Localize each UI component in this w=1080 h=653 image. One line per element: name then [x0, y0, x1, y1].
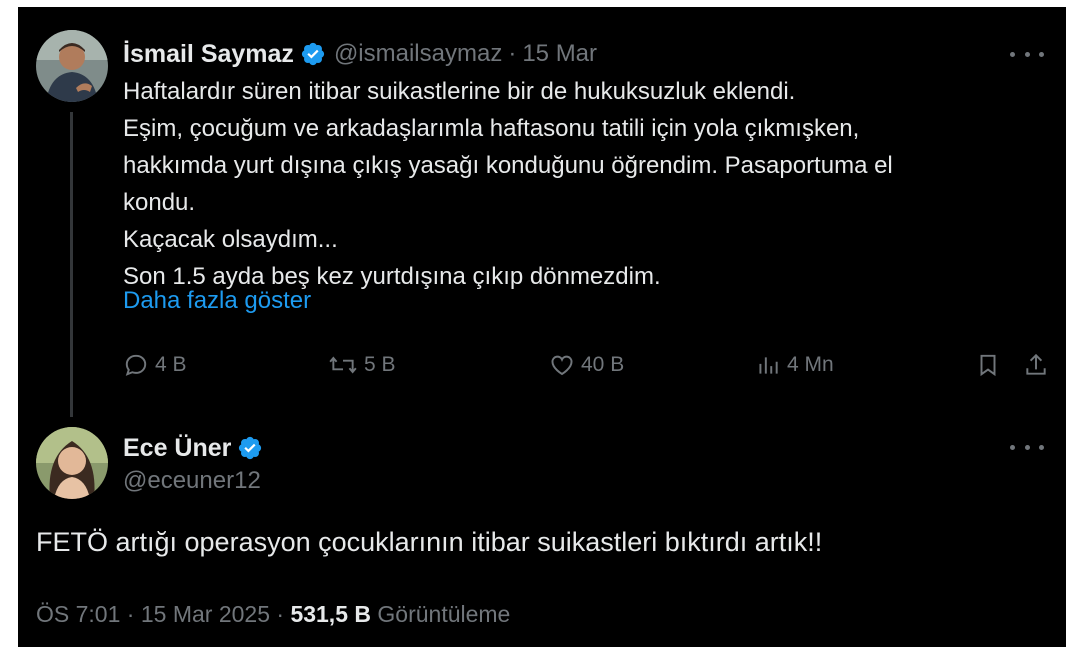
- reply-icon: [125, 354, 147, 376]
- avatar[interactable]: [36, 427, 108, 499]
- verified-badge-icon: [239, 436, 262, 460]
- header-separator: ·: [508, 40, 517, 67]
- avatar-image: [36, 427, 108, 499]
- heart-icon: [551, 355, 573, 376]
- view-count: 4 Mn: [787, 353, 834, 376]
- meta-separator: ·: [276, 601, 285, 627]
- reply-count: 4 B: [155, 353, 187, 376]
- verified-badge-icon: [301, 42, 325, 66]
- bookmark-icon: [980, 354, 996, 377]
- author-handle[interactable]: @eceuner12: [123, 467, 261, 495]
- analytics-icon: [759, 357, 778, 374]
- author-name[interactable]: Ece Üner: [123, 434, 231, 463]
- like-button[interactable]: 40 B: [549, 345, 624, 385]
- bookmark-button[interactable]: [975, 345, 1007, 385]
- views-label: Görüntüleme: [377, 601, 511, 627]
- like-count: 40 B: [581, 353, 625, 376]
- author-name[interactable]: İsmail Saymaz: [123, 40, 294, 69]
- tweet-time[interactable]: ÖS 7:01: [36, 601, 120, 627]
- tweet-text-line: hakkımda yurt dışına çıkış yasağı konduğ…: [123, 152, 893, 179]
- repost-button[interactable]: 5 B: [328, 345, 396, 385]
- reply-tweet-text: FETÖ artığı operasyon çocuklarının itiba…: [36, 527, 823, 557]
- avatar[interactable]: [36, 30, 108, 102]
- views-count: 531,5 B: [290, 601, 371, 627]
- meta-separator: ·: [126, 601, 135, 627]
- parent-tweet-text: Haftalardır süren itibar suikastlerine b…: [123, 73, 1043, 295]
- views-button[interactable]: 4 Mn: [755, 345, 834, 385]
- reply-button[interactable]: 4 B: [123, 345, 187, 385]
- share-button[interactable]: [1023, 345, 1055, 385]
- tweet-text-line: Haftalardır süren itibar suikastlerine b…: [123, 78, 796, 105]
- thread-connector-line: [70, 112, 73, 417]
- tweet-full-date[interactable]: 15 Mar 2025: [141, 601, 270, 627]
- parent-tweet-header: İsmail Saymaz @ismailsaymaz · 15 Mar: [123, 37, 597, 71]
- more-options-icon[interactable]: [1010, 44, 1044, 64]
- show-more-link[interactable]: Daha fazla göster: [123, 287, 311, 315]
- tweet-action-bar: 4 B 5 B 40 B 4 Mn: [123, 345, 1058, 385]
- tweet-text-line: Eşim, çocuğum ve arkadaşlarımla haftason…: [123, 115, 860, 142]
- more-options-icon[interactable]: [1010, 437, 1044, 457]
- tweet-date[interactable]: 15 Mar: [522, 40, 597, 68]
- share-icon: [1026, 353, 1046, 375]
- avatar-image: [36, 30, 108, 102]
- tweet-text-line: kondu.: [123, 189, 196, 216]
- reply-tweet-header: Ece Üner: [123, 431, 263, 465]
- tweet-thread-panel: İsmail Saymaz @ismailsaymaz · 15 Mar Haf…: [18, 7, 1066, 647]
- repost-icon: [329, 356, 357, 374]
- tweet-text-line: Kaçacak olsaydım...: [123, 226, 338, 253]
- repost-count: 5 B: [364, 353, 396, 376]
- author-handle[interactable]: @ismailsaymaz: [334, 40, 502, 68]
- tweet-meta: ÖS 7:01 · 15 Mar 2025 · 531,5 B Görüntül…: [36, 601, 510, 628]
